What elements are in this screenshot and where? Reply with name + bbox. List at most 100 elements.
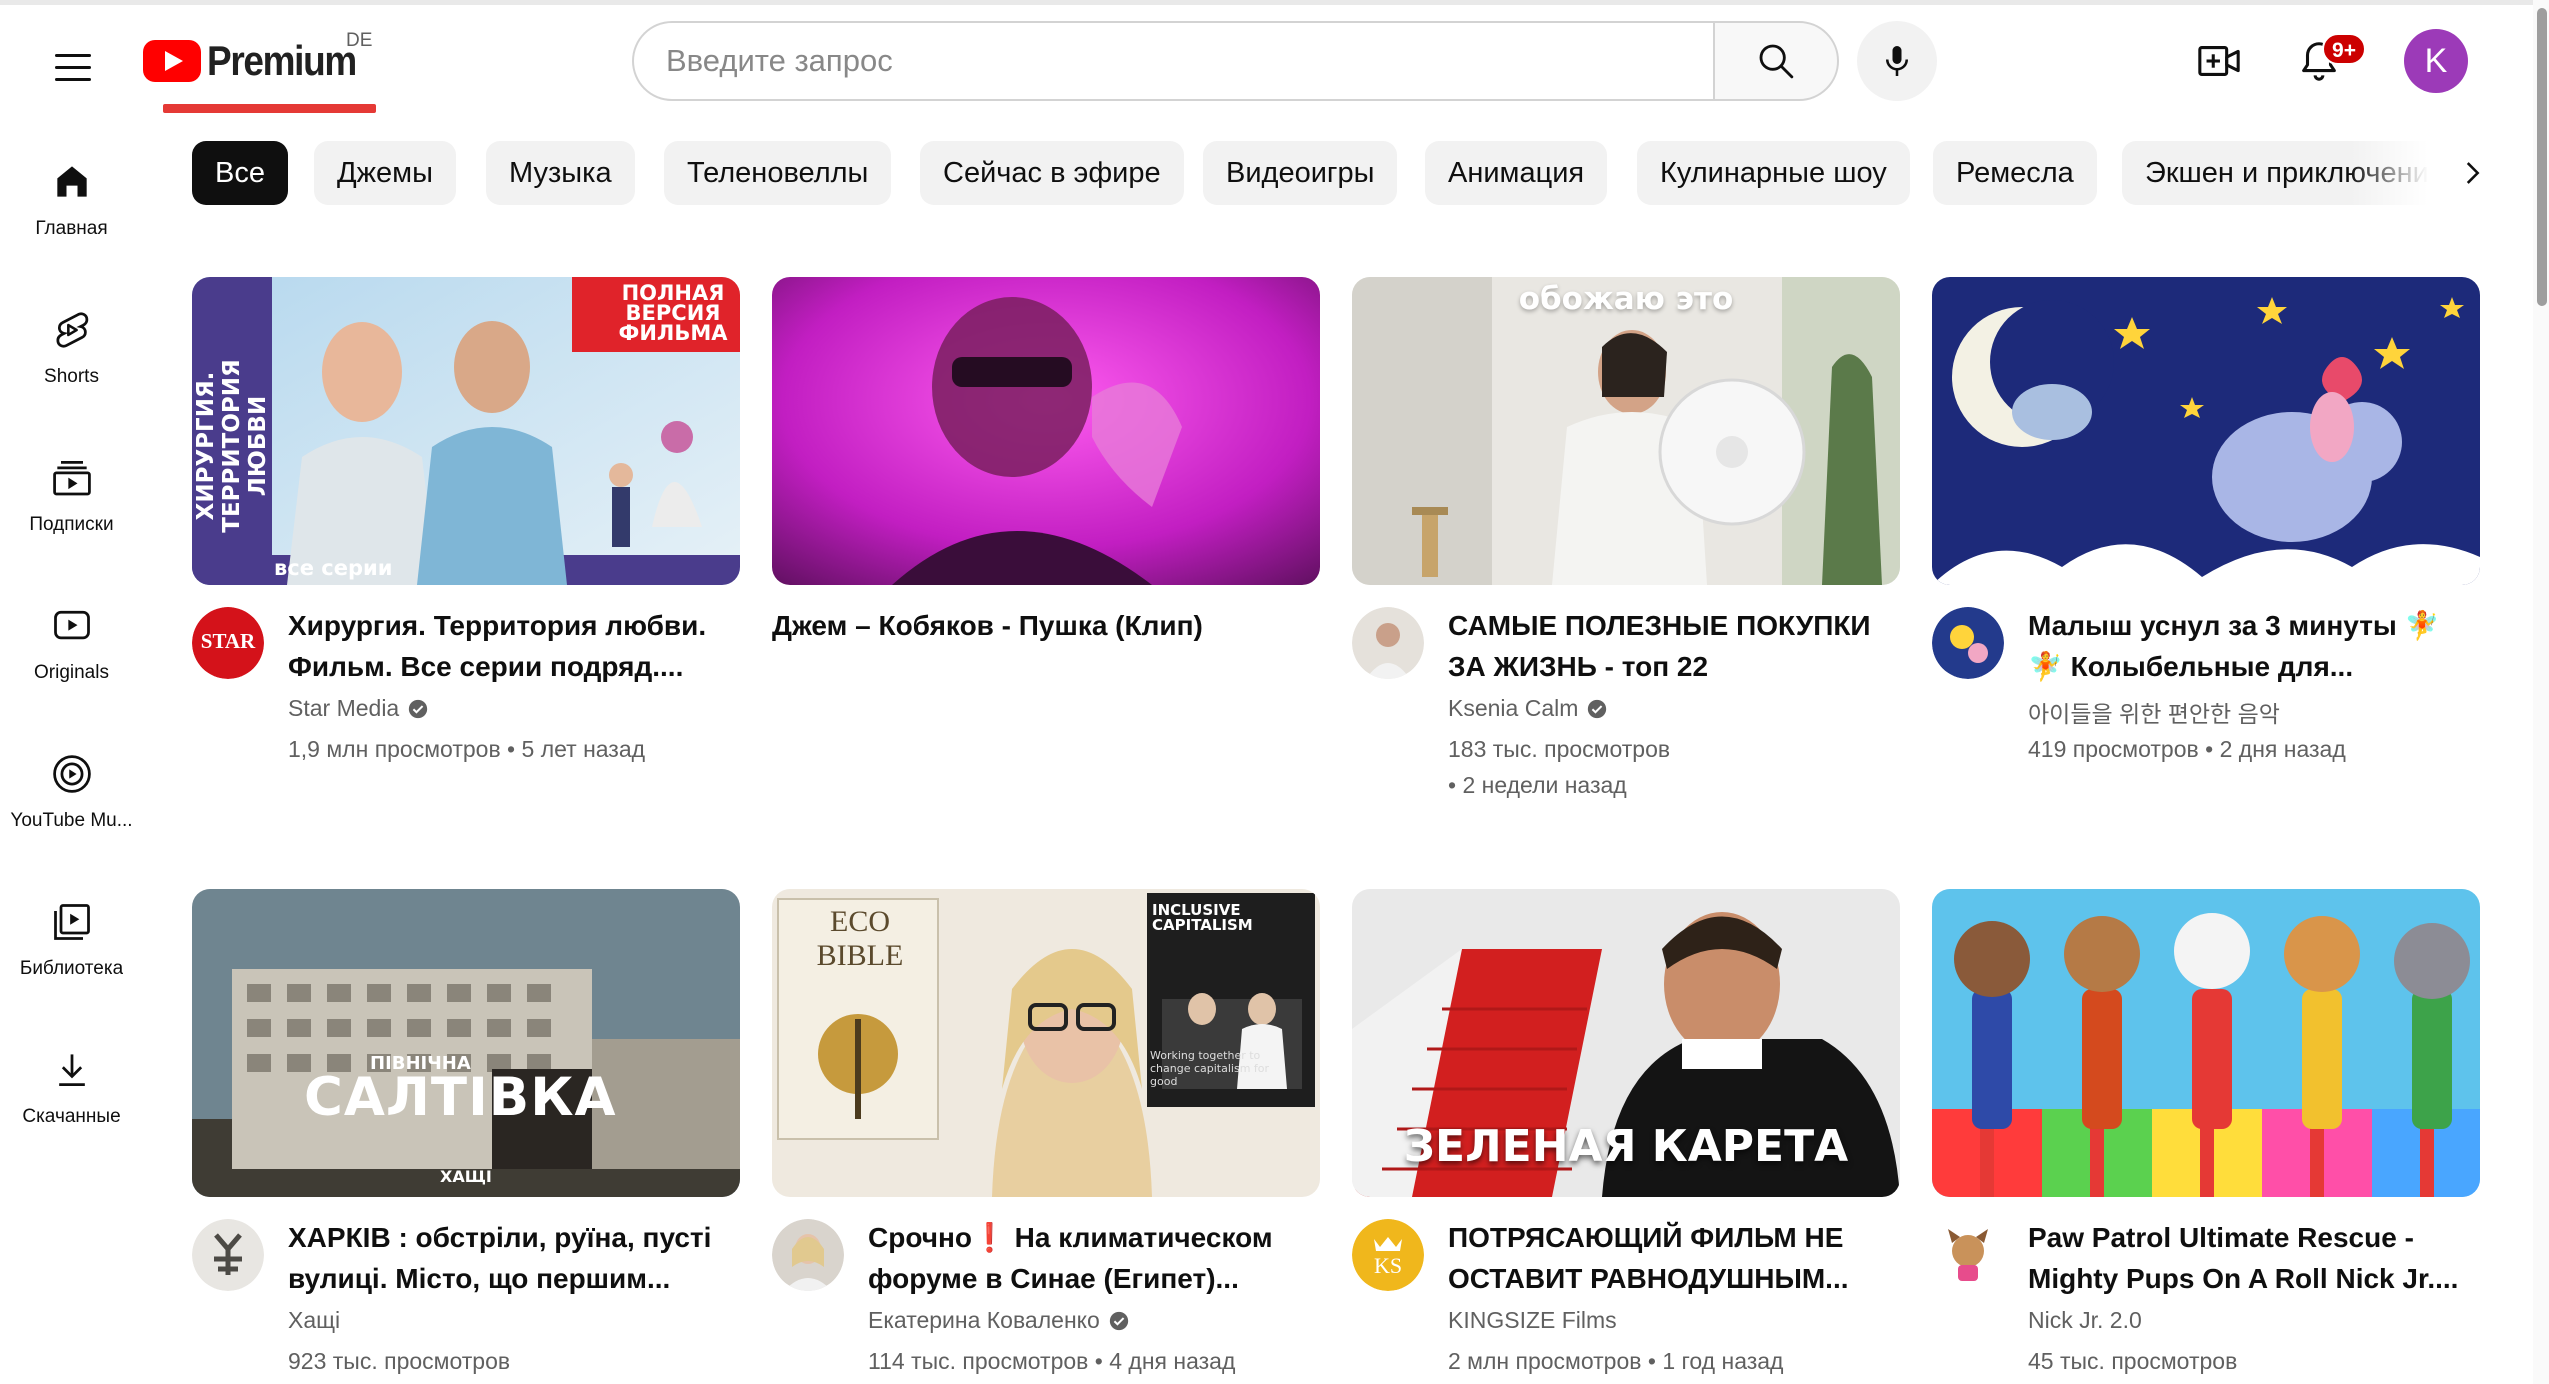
menu-button[interactable]: [42, 36, 104, 98]
video-title[interactable]: ХАРКІВ : обстріли, руїна, пусті вулиці. …: [288, 1217, 738, 1299]
thumbnail-image: [192, 889, 740, 1197]
chip-crafts[interactable]: Ремесла: [1933, 141, 2097, 205]
logo-underline: [163, 104, 376, 113]
region-code: DE: [346, 30, 373, 51]
subscriptions-icon: [52, 461, 91, 496]
meta-separator: •: [1088, 1348, 1110, 1374]
upload-age: 4 дня назад: [1109, 1348, 1236, 1374]
search-button[interactable]: [1713, 21, 1839, 101]
video-thumbnail[interactable]: ПІВНІЧНА САЛТІВКА ХАЩІ: [192, 889, 740, 1197]
video-metadata: 1,9 млн просмотров • 5 лет назад: [288, 731, 740, 767]
channel-avatar[interactable]: [772, 1219, 844, 1291]
create-video-button[interactable]: [2186, 28, 2252, 94]
khashchi-logo: [192, 1219, 264, 1291]
channel-avatar[interactable]: [1932, 1219, 2004, 1291]
video-title[interactable]: ПОТРЯСАЮЩИЙ ФИЛЬМ НЕ ОСТАВИТ РАВНОДУШНЫМ…: [1448, 1217, 1898, 1299]
book-title: ECO BIBLE: [816, 905, 904, 972]
sidebar-item-library[interactable]: Библиотека: [0, 860, 143, 1000]
view-count: 923 тыс. просмотров: [288, 1348, 511, 1374]
video-title[interactable]: Paw Patrol Ultimate Rescue - Mighty Pups…: [2028, 1217, 2478, 1299]
scrollbar-thumb[interactable]: [2537, 8, 2547, 306]
sidebar-item-subscriptions[interactable]: Подписки: [0, 416, 143, 556]
view-count: 2 млн просмотров: [1448, 1348, 1642, 1374]
video-thumbnail[interactable]: [772, 277, 1320, 585]
thumbnail-vertical-title: ХИРУРГИЯ. ТЕРРИТОРИЯ ЛЮБВИ: [193, 359, 271, 533]
video-metadata: 45 тыс. просмотров: [2028, 1343, 2480, 1379]
video-thumbnail[interactable]: ПОЛНАЯ ВЕРСИЯ ФИЛЬМА ХИРУРГИЯ. ТЕРРИТОРИ…: [192, 277, 740, 585]
chip-bar-next-button[interactable]: [2440, 141, 2504, 205]
video-title[interactable]: Малыш уснул за 3 минуты 🧚 🧚 Колыбельные …: [2028, 605, 2478, 687]
sidebar-item-downloads[interactable]: Скачанные: [0, 1008, 143, 1148]
meta-separator: •: [500, 736, 522, 762]
home-icon: [56, 166, 87, 197]
search-input[interactable]: [666, 43, 1713, 79]
channel-name[interactable]: Екатерина Коваленко: [868, 1307, 1100, 1334]
upload-age: 1 год назад: [1662, 1348, 1784, 1374]
sidebar-item-label: Подписки: [29, 514, 114, 535]
video-title[interactable]: САМЫЕ ПОЛЕЗНЫЕ ПОКУПКИ ЗА ЖИЗНЬ - топ 22: [1448, 605, 1898, 687]
channel-avatar[interactable]: [1932, 607, 2004, 679]
menu-icon-line: [55, 65, 91, 69]
channel-name[interactable]: Хащі: [288, 1307, 340, 1334]
video-thumbnail[interactable]: ECO BIBLE INCLUSIVE CAPITALISM Working t…: [772, 889, 1320, 1197]
thumbnail-image: [1352, 277, 1900, 585]
sidebar-item-label: Главная: [35, 218, 108, 239]
sidebar-item-youtube-music[interactable]: YouTube Mu...: [0, 712, 143, 852]
category-chip-bar: Все Джемы Музыка Теленовеллы Сейчас в эф…: [192, 141, 2452, 205]
voice-search-button[interactable]: [1857, 21, 1937, 101]
video-title[interactable]: Хирургия. Территория любви. Фильм. Все с…: [288, 605, 738, 687]
chip-jams[interactable]: Джемы: [314, 141, 456, 205]
ekaterina-kovalenko-avatar: [772, 1219, 844, 1291]
chip-video-games[interactable]: Видеоигры: [1203, 141, 1398, 205]
view-count: 1,9 млн просмотров: [288, 736, 501, 762]
masthead: Premium DE 9+ K: [0, 0, 2549, 120]
sidebar-item-label: Скачанные: [22, 1106, 121, 1127]
video-thumbnail[interactable]: [1932, 889, 2480, 1197]
channel-avatar[interactable]: STAR: [192, 607, 264, 679]
view-count: 419 просмотров: [2028, 736, 2199, 762]
thumbnail-caption: обожаю это: [1518, 281, 1734, 317]
video-add-icon: [2198, 46, 2240, 76]
channel-avatar-text: STAR: [200, 629, 256, 653]
youtube-premium-logo[interactable]: Premium: [143, 36, 376, 86]
chip-music[interactable]: Музыка: [486, 141, 635, 205]
channel-name[interactable]: 아이들을 위한 편안한 음악: [2028, 695, 2280, 729]
thumbnail-bottom-caption: все серии: [274, 556, 393, 580]
video-metadata: 419 просмотров • 2 дня назад: [2028, 731, 2480, 767]
video-thumbnail[interactable]: ЗЕЛЕНАЯ КАРЕТА: [1352, 889, 1900, 1197]
channel-name-row: Хащі: [288, 1307, 340, 1334]
full-version-badge: ПОЛНАЯ ВЕРСИЯ ФИЛЬМА: [618, 281, 728, 345]
search-box: [632, 21, 1713, 101]
video-thumbnail[interactable]: обожаю это: [1352, 277, 1900, 585]
channel-name-row: 아이들을 위한 편안한 음악: [2028, 695, 2280, 729]
channel-avatar[interactable]: [192, 1219, 264, 1291]
chevron-right-icon: [2466, 162, 2480, 184]
channel-name[interactable]: KINGSIZE Films: [1448, 1307, 1617, 1334]
chip-live[interactable]: Сейчас в эфире: [920, 141, 1184, 205]
thumbnail-big-caption: САЛТІВКА: [304, 1067, 617, 1128]
notification-count-badge: 9+: [2322, 33, 2366, 65]
meta-separator: •: [1641, 1348, 1663, 1374]
channel-name[interactable]: Ksenia Calm: [1448, 695, 1578, 722]
chip-telenovelas[interactable]: Теленовеллы: [664, 141, 892, 205]
channel-avatar[interactable]: [1352, 607, 1424, 679]
video-thumbnail[interactable]: [1932, 277, 2480, 585]
ksenia-calm-avatar: [1352, 607, 1424, 679]
chip-cooking-shows[interactable]: Кулинарные шоу: [1637, 141, 1910, 205]
download-icon: [58, 1054, 85, 1087]
sidebar-item-shorts[interactable]: Shorts: [0, 268, 143, 408]
channel-name-row: KINGSIZE Films: [1448, 1307, 1617, 1334]
channel-avatar[interactable]: KS: [1352, 1219, 1424, 1291]
account-avatar[interactable]: K: [2404, 29, 2468, 93]
channel-name[interactable]: Star Media: [288, 695, 399, 722]
chip-all[interactable]: Все: [192, 141, 288, 205]
channel-name[interactable]: Nick Jr. 2.0: [2028, 1307, 2142, 1334]
menu-icon-line: [55, 53, 91, 57]
video-title[interactable]: Джем – Кобяков - Пушка (Клип): [772, 605, 1320, 646]
sidebar-item-home[interactable]: Главная: [0, 120, 143, 260]
video-title[interactable]: Срочно❗ На климатическом форуме в Синае …: [868, 1217, 1318, 1299]
sidebar-item-originals[interactable]: Originals: [0, 564, 143, 704]
chip-animation[interactable]: Анимация: [1425, 141, 1608, 205]
youtube-play-icon: [143, 40, 201, 82]
microphone-icon: [1885, 46, 1909, 76]
